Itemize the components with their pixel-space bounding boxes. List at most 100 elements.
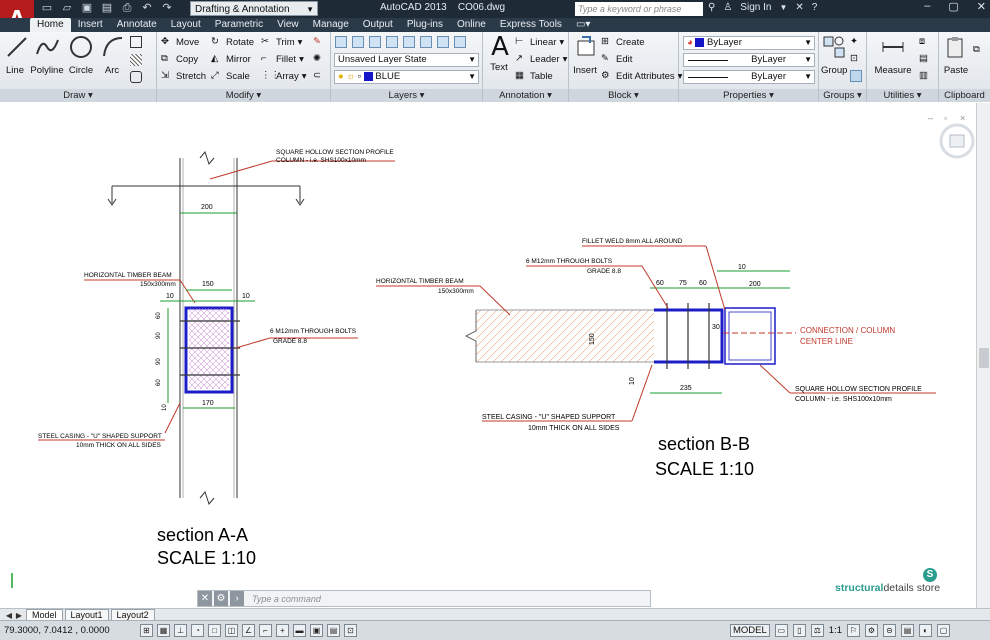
transparency-icon[interactable]: ▣ [310,624,323,637]
ortho-icon[interactable]: ⊥ [174,624,187,637]
otrack-icon[interactable]: ∠ [242,624,255,637]
id-point-button[interactable]: ▥ [919,70,931,82]
arc-button[interactable]: Arc [100,34,124,76]
layer-previous-icon[interactable] [369,36,381,48]
annotation-panel-title[interactable]: Annotation ▾ [483,89,568,102]
plot-icon[interactable]: ⎙ [120,2,134,15]
save-as-icon[interactable]: ▤ [100,2,114,15]
model-space-toggle[interactable]: MODEL [730,624,770,637]
copy-clip-button[interactable]: ⧉ [973,44,985,56]
toolbar-lock-icon[interactable]: ⊝ [883,624,897,637]
clipboard-panel-title[interactable]: Clipboard [939,89,990,102]
properties-panel-title[interactable]: Properties ▾ [679,89,818,102]
array-button[interactable]: ⋮⋮ Array ▾ [261,70,306,82]
hatch-button[interactable] [130,54,142,66]
explode-button[interactable]: ✺ [313,53,325,65]
color-dropdown[interactable]: ◕ ByLayer ▼ [683,36,815,50]
edit-attributes-button[interactable]: ⚙ Edit Attributes ▾ [601,70,682,82]
layer-dropdown[interactable]: ● ☼ ▫ BLUE ▼ [334,70,479,84]
move-button[interactable]: ✥ Move [161,36,199,48]
offset-button[interactable]: ⊂ [313,70,325,82]
exchange-icon[interactable]: ✕ [795,2,803,13]
tab-home[interactable]: Home [30,18,71,32]
viewport-controls[interactable]: – ▫ × [928,113,975,159]
drawing-svg[interactable]: – ▫ × SQUARE HOLLOW SECTION PROFILE COLU… [0,103,976,599]
tab-parametric[interactable]: Parametric [208,18,270,32]
trim-button[interactable]: ✂ Trim ▾ [261,36,302,48]
quick-view-drawings-icon[interactable]: ▯ [792,624,806,637]
undo-icon[interactable]: ↶ [140,2,154,15]
tab-annotate[interactable]: Annotate [110,18,164,32]
layer-isolate-icon[interactable] [386,36,398,48]
tab-insert[interactable]: Insert [71,18,110,32]
user-icon[interactable]: ♙ [723,2,732,13]
layer-match-icon[interactable] [352,36,364,48]
drawing-canvas[interactable]: – ▫ × SQUARE HOLLOW SECTION PROFILE COLU… [0,103,976,599]
3d-osnap-icon[interactable]: ◫ [225,624,238,637]
layer-freeze-icon[interactable] [403,36,415,48]
edit-block-button[interactable]: ✎ Edit [601,53,632,65]
layers-panel-title[interactable]: Layers ▾ [331,89,482,102]
minimize-icon[interactable]: – [924,0,930,13]
osnap-icon[interactable]: □ [208,624,221,637]
tab-manage[interactable]: Manage [306,18,356,32]
paste-button[interactable]: Paste [943,34,969,76]
layer-lock-icon[interactable] [437,36,449,48]
vertical-scrollbar[interactable] [976,103,990,608]
layer-unlock-icon[interactable] [454,36,466,48]
polar-icon[interactable]: ◔ [191,624,204,637]
create-block-button[interactable]: ⊞ Create [601,36,645,48]
copy-button[interactable]: ⧉ Copy [161,53,198,65]
lweight-icon[interactable]: ▬ [293,624,306,637]
first-tab-icon[interactable]: ◀ [4,611,14,620]
command-input[interactable]: Type a command [252,594,321,604]
annotation-scale-value[interactable]: 1:1 [829,625,842,636]
erase-button[interactable]: ✎ [313,36,325,48]
tab-online[interactable]: Online [450,18,493,32]
ducs-icon[interactable]: ⌐ [259,624,272,637]
linetype-dropdown[interactable]: ByLayer ▼ [683,53,815,67]
quick-select-button[interactable]: ⧈ [919,36,931,48]
tab-layout[interactable]: Layout [164,18,208,32]
quick-view-layouts-icon[interactable]: ▭ [774,624,788,637]
dyn-icon[interactable]: + [276,624,289,637]
fillet-button[interactable]: ⌐ Fillet ▾ [261,53,304,65]
clean-screen-icon[interactable]: ▢ [937,624,951,637]
search-input[interactable]: Type a keyword or phrase [575,2,703,16]
lineweight-dropdown[interactable]: ByLayer ▼ [683,70,815,84]
next-tab-icon[interactable]: ▶ [14,611,24,620]
tab-view[interactable]: View [270,18,306,32]
draw-panel-title[interactable]: Draw ▾ [0,89,156,102]
hardware-acceleration-icon[interactable]: ▤ [901,624,915,637]
modify-panel-title[interactable]: Modify ▾ [157,89,330,102]
tab-layout2[interactable]: Layout2 [110,609,155,620]
leader-button[interactable]: ↗ Leader ▾ [515,53,567,65]
qp-icon[interactable]: ▤ [327,624,340,637]
viewport-close-icon[interactable]: × [960,113,965,123]
maximize-icon[interactable]: ▢ [948,0,958,13]
sign-in-link[interactable]: Sign In [740,2,771,13]
insert-button[interactable]: Insert [573,34,597,76]
scrollbar-thumb[interactable] [979,348,989,368]
tab-plug-ins[interactable]: Plug-ins [400,18,450,32]
tab-output[interactable]: Output [356,18,400,32]
viewport-restore-icon[interactable]: ▫ [944,113,947,123]
wrench-icon[interactable]: ⚙ [214,591,228,606]
ribbon-toggle-icon[interactable]: ▭▾ [569,18,597,32]
rotate-button[interactable]: ↻ Rotate [211,36,254,48]
groups-panel-title[interactable]: Groups ▾ [819,89,866,102]
layer-state-dropdown[interactable]: Unsaved Layer State ▼ [334,53,479,67]
viewcube-icon[interactable] [949,134,965,148]
snap-icon[interactable]: ⊞ [140,624,153,637]
linear-button[interactable]: ⊢ Linear ▾ [515,36,564,48]
chevron-down-icon[interactable]: ▼ [779,3,787,12]
block-panel-title[interactable]: Block ▾ [569,89,678,102]
scale-button[interactable]: ⤢ Scale [211,70,250,82]
rectangle-button[interactable] [130,36,142,48]
binoculars-icon[interactable]: ⚲ [708,2,715,13]
command-line[interactable]: ✕ ⚙ › Type a command [197,590,651,607]
utilities-panel-title[interactable]: Utilities ▾ [867,89,938,102]
tab-express-tools[interactable]: Express Tools [493,18,569,32]
circle-button[interactable]: Circle [68,34,94,76]
isolate-objects-icon[interactable]: ◐ [919,624,933,637]
